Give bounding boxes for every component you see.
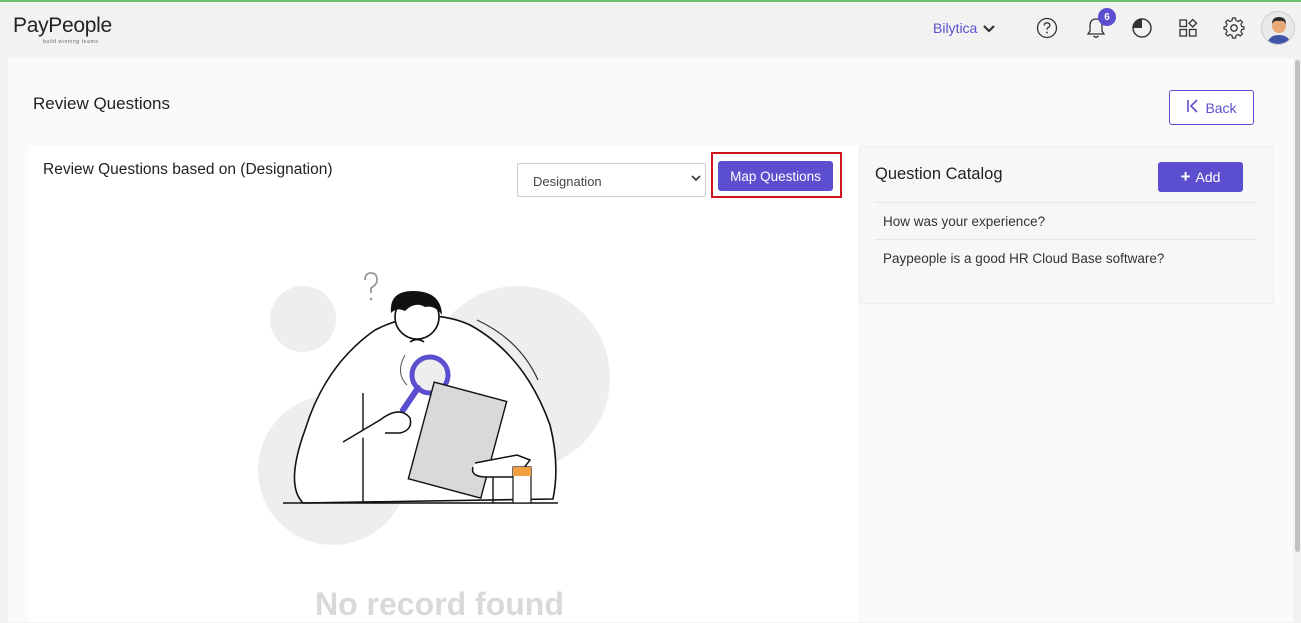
map-questions-button[interactable]: Map Questions: [718, 161, 833, 191]
page-title: Review Questions: [33, 94, 171, 113]
select-value: Designation: [533, 174, 602, 189]
plus-icon: +: [1180, 167, 1191, 186]
add-button-label: Add: [1195, 169, 1221, 185]
pie-clock-icon[interactable]: [1130, 16, 1154, 40]
company-name: Bilytica: [933, 20, 978, 36]
add-question-button[interactable]: + Add: [1158, 162, 1243, 192]
logo-text: PayPeople: [13, 14, 112, 37]
empty-state-illustration: [255, 255, 615, 555]
catalog-question-item[interactable]: How was your experience?: [875, 202, 1256, 239]
panel-title: Review Questions based on (Designation): [43, 161, 333, 178]
chevron-down-icon: [983, 22, 996, 36]
catalog-title: Question Catalog: [875, 165, 1003, 183]
designation-select[interactable]: Designation: [517, 163, 706, 197]
catalog-question-item[interactable]: Paypeople is a good HR Cloud Base softwa…: [875, 239, 1256, 276]
logo-tagline: build winning teams: [43, 39, 99, 45]
gear-icon[interactable]: [1222, 16, 1246, 40]
company-switcher[interactable]: Bilytica: [933, 20, 996, 36]
apps-grid-icon[interactable]: [1176, 16, 1200, 40]
avatar[interactable]: [1261, 11, 1295, 45]
help-icon[interactable]: [1035, 16, 1059, 40]
back-button-label: Back: [1205, 99, 1237, 116]
back-icon: [1186, 99, 1199, 116]
chevron-down-icon: [691, 173, 701, 185]
scrollbar-thumb[interactable]: [1295, 60, 1300, 552]
notification-badge: 6: [1098, 8, 1116, 26]
app-logo[interactable]: PayPeople build winning teams: [13, 14, 112, 45]
empty-state-text: No record found: [315, 586, 564, 622]
back-button[interactable]: Back: [1169, 90, 1254, 125]
